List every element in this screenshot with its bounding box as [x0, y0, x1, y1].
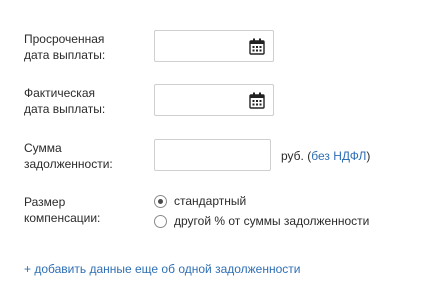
overdue-date-label-line1: Просроченная [24, 32, 105, 46]
actual-date-label: Фактическая дата выплаты: [24, 85, 149, 117]
overdue-date-label-line2: дата выплаты: [24, 48, 106, 62]
compensation-label-line1: Размер [24, 195, 66, 209]
actual-date-input[interactable] [161, 86, 251, 114]
debt-sum-input[interactable] [161, 141, 266, 169]
calendar-icon[interactable] [249, 38, 265, 55]
radio-standard[interactable]: стандартный [154, 193, 246, 209]
currency-unit-close: ) [366, 149, 371, 163]
overdue-date-label: Просроченная дата выплаты: [24, 31, 149, 63]
actual-date-label-line1: Фактическая [24, 86, 95, 100]
calendar-icon[interactable] [249, 92, 265, 109]
actual-date-field[interactable] [154, 84, 274, 116]
radio-standard-label: стандартный [174, 194, 247, 208]
radio-other-percent-circle[interactable] [154, 214, 167, 228]
debt-sum-label-line1: Сумма [24, 141, 62, 155]
add-debt-link[interactable]: + добавить данные еще об одной задолженн… [24, 261, 300, 277]
radio-other-percent-label: другой % от суммы задолженности [174, 214, 370, 228]
overdue-date-field[interactable] [154, 30, 274, 62]
debt-sum-label-line2: задолженности: [24, 157, 113, 171]
currency-unit: руб. (без НДФЛ) [281, 148, 370, 164]
radio-standard-circle[interactable] [154, 194, 167, 208]
actual-date-label-line2: дата выплаты: [24, 102, 106, 116]
compensation-label: Размер компенсации: [24, 194, 149, 226]
without-ndfl-link[interactable]: без НДФЛ [311, 149, 366, 163]
debt-sum-field[interactable] [154, 139, 271, 171]
currency-unit-text: руб. ( [281, 149, 312, 163]
overdue-date-input[interactable] [161, 32, 251, 60]
compensation-label-line2: компенсации: [24, 211, 101, 225]
radio-other-percent[interactable]: другой % от суммы задолженности [154, 213, 369, 229]
debt-sum-label: Сумма задолженности: [24, 140, 149, 172]
